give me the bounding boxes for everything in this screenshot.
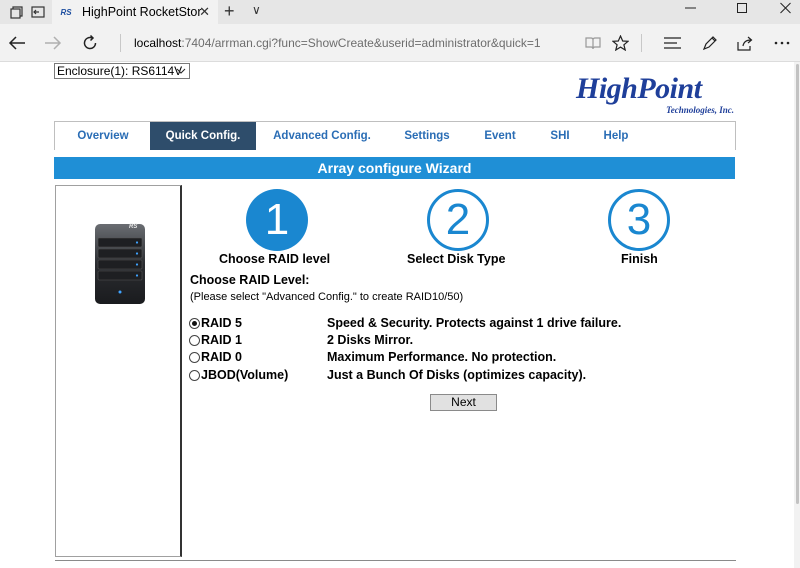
nav-quick-config[interactable]: Quick Config. xyxy=(150,122,256,150)
raid1-desc: 2 Disks Mirror. xyxy=(327,333,414,347)
browser-titlebar: RS HighPoint RocketStor R ✕ + ∨ xyxy=(0,0,800,24)
raid5-name: RAID 5 xyxy=(201,316,242,330)
raid-option-raid0[interactable]: RAID 0 Maximum Performance. No protectio… xyxy=(189,349,556,365)
set-aside-tabs-icon[interactable] xyxy=(30,4,46,20)
nav-event[interactable]: Event xyxy=(468,122,532,150)
url-separator xyxy=(120,34,121,52)
share-icon[interactable] xyxy=(734,32,756,54)
raid5-radio[interactable] xyxy=(189,317,200,329)
choose-raid-title: Choose RAID Level: xyxy=(190,273,310,287)
new-tab-button[interactable]: + xyxy=(224,1,235,22)
minimize-icon[interactable] xyxy=(680,2,700,17)
raid5-desc: Speed & Security. Protects against 1 dri… xyxy=(327,316,622,330)
step-2-label: Select Disk Type xyxy=(407,252,506,266)
close-icon[interactable] xyxy=(775,2,795,17)
forward-arrow-icon[interactable] xyxy=(42,32,64,54)
step-3-circle: 3 xyxy=(608,189,670,251)
url-path: :7404/arrman.cgi?func=ShowCreate&userid=… xyxy=(181,36,541,50)
logo-main-text: HighPoint xyxy=(576,72,702,105)
step-3-label: Finish xyxy=(621,252,658,266)
tab-favicon-icon: RS xyxy=(60,7,72,17)
favorite-star-icon[interactable] xyxy=(609,32,631,54)
tab-menu-chevron-icon[interactable]: ∨ xyxy=(252,3,261,17)
tab-close-icon[interactable]: ✕ xyxy=(199,4,210,20)
jbod-radio[interactable] xyxy=(189,369,200,381)
maximize-icon[interactable] xyxy=(732,2,752,17)
browser-addressbar: localhost:7404/arrman.cgi?func=ShowCreat… xyxy=(0,24,800,62)
nav-overview[interactable]: Overview xyxy=(55,122,151,150)
highpoint-logo: HighPoint Technologies, Inc. xyxy=(576,74,736,116)
refresh-icon[interactable] xyxy=(79,32,101,54)
raid1-name: RAID 1 xyxy=(201,333,242,347)
enclosure-select[interactable]: Enclosure(1): RS6114V xyxy=(54,63,190,79)
enclosure-device-image xyxy=(95,224,145,304)
enclosure-select-value: Enclosure(1): RS6114V xyxy=(57,64,183,78)
raid-option-jbod[interactable]: JBOD(Volume) Just a Bunch Of Disks (opti… xyxy=(189,367,586,383)
tab-list-icon[interactable] xyxy=(8,4,24,20)
step-1-circle: 1 xyxy=(246,189,308,251)
tab-title: HighPoint RocketStor R xyxy=(82,5,204,19)
jbod-desc: Just a Bunch Of Disks (optimizes capacit… xyxy=(327,368,587,382)
nav-settings[interactable]: Settings xyxy=(386,122,468,150)
choose-raid-hint: (Please select "Advanced Config." to cre… xyxy=(190,291,464,303)
raid1-radio[interactable] xyxy=(189,334,200,346)
chevron-down-icon xyxy=(176,64,186,83)
raid-option-raid1[interactable]: RAID 1 2 Disks Mirror. xyxy=(189,332,413,348)
toolbar-separator xyxy=(641,34,642,52)
pen-icon[interactable] xyxy=(699,32,721,54)
bottom-divider xyxy=(55,560,736,561)
nav-advanced-config[interactable]: Advanced Config. xyxy=(258,122,386,150)
main-nav: Overview Quick Config. Advanced Config. … xyxy=(54,121,736,150)
reading-view-icon[interactable] xyxy=(582,32,604,54)
url-field[interactable]: localhost:7404/arrman.cgi?func=ShowCreat… xyxy=(134,36,541,50)
next-button[interactable]: Next xyxy=(430,394,497,411)
page-scrollbar-thumb[interactable] xyxy=(796,64,799,504)
nav-help[interactable]: Help xyxy=(588,122,644,150)
logo-sub-text: Technologies, Inc. xyxy=(666,105,734,115)
device-panel: RS xyxy=(55,185,182,557)
device-badge: RS xyxy=(129,224,138,230)
hub-icon[interactable] xyxy=(661,32,683,54)
wizard-header: Array configure Wizard xyxy=(54,157,735,179)
raid0-radio[interactable] xyxy=(189,351,200,363)
url-host: localhost xyxy=(134,36,182,50)
tab-highpoint[interactable]: RS HighPoint RocketStor R ✕ xyxy=(52,0,218,24)
step-2-circle: 2 xyxy=(427,189,489,251)
back-arrow-icon[interactable] xyxy=(6,32,28,54)
jbod-name: JBOD(Volume) xyxy=(201,368,289,382)
raid0-desc: Maximum Performance. No protection. xyxy=(327,350,557,364)
raid0-name: RAID 0 xyxy=(201,350,242,364)
step-1-label: Choose RAID level xyxy=(219,252,331,266)
nav-shi[interactable]: SHI xyxy=(532,122,588,150)
page-content: Enclosure(1): RS6114V HighPoint Technolo… xyxy=(0,62,800,568)
raid-option-raid5[interactable]: RAID 5 Speed & Security. Protects agains… xyxy=(189,315,621,331)
more-icon[interactable] xyxy=(771,32,793,54)
